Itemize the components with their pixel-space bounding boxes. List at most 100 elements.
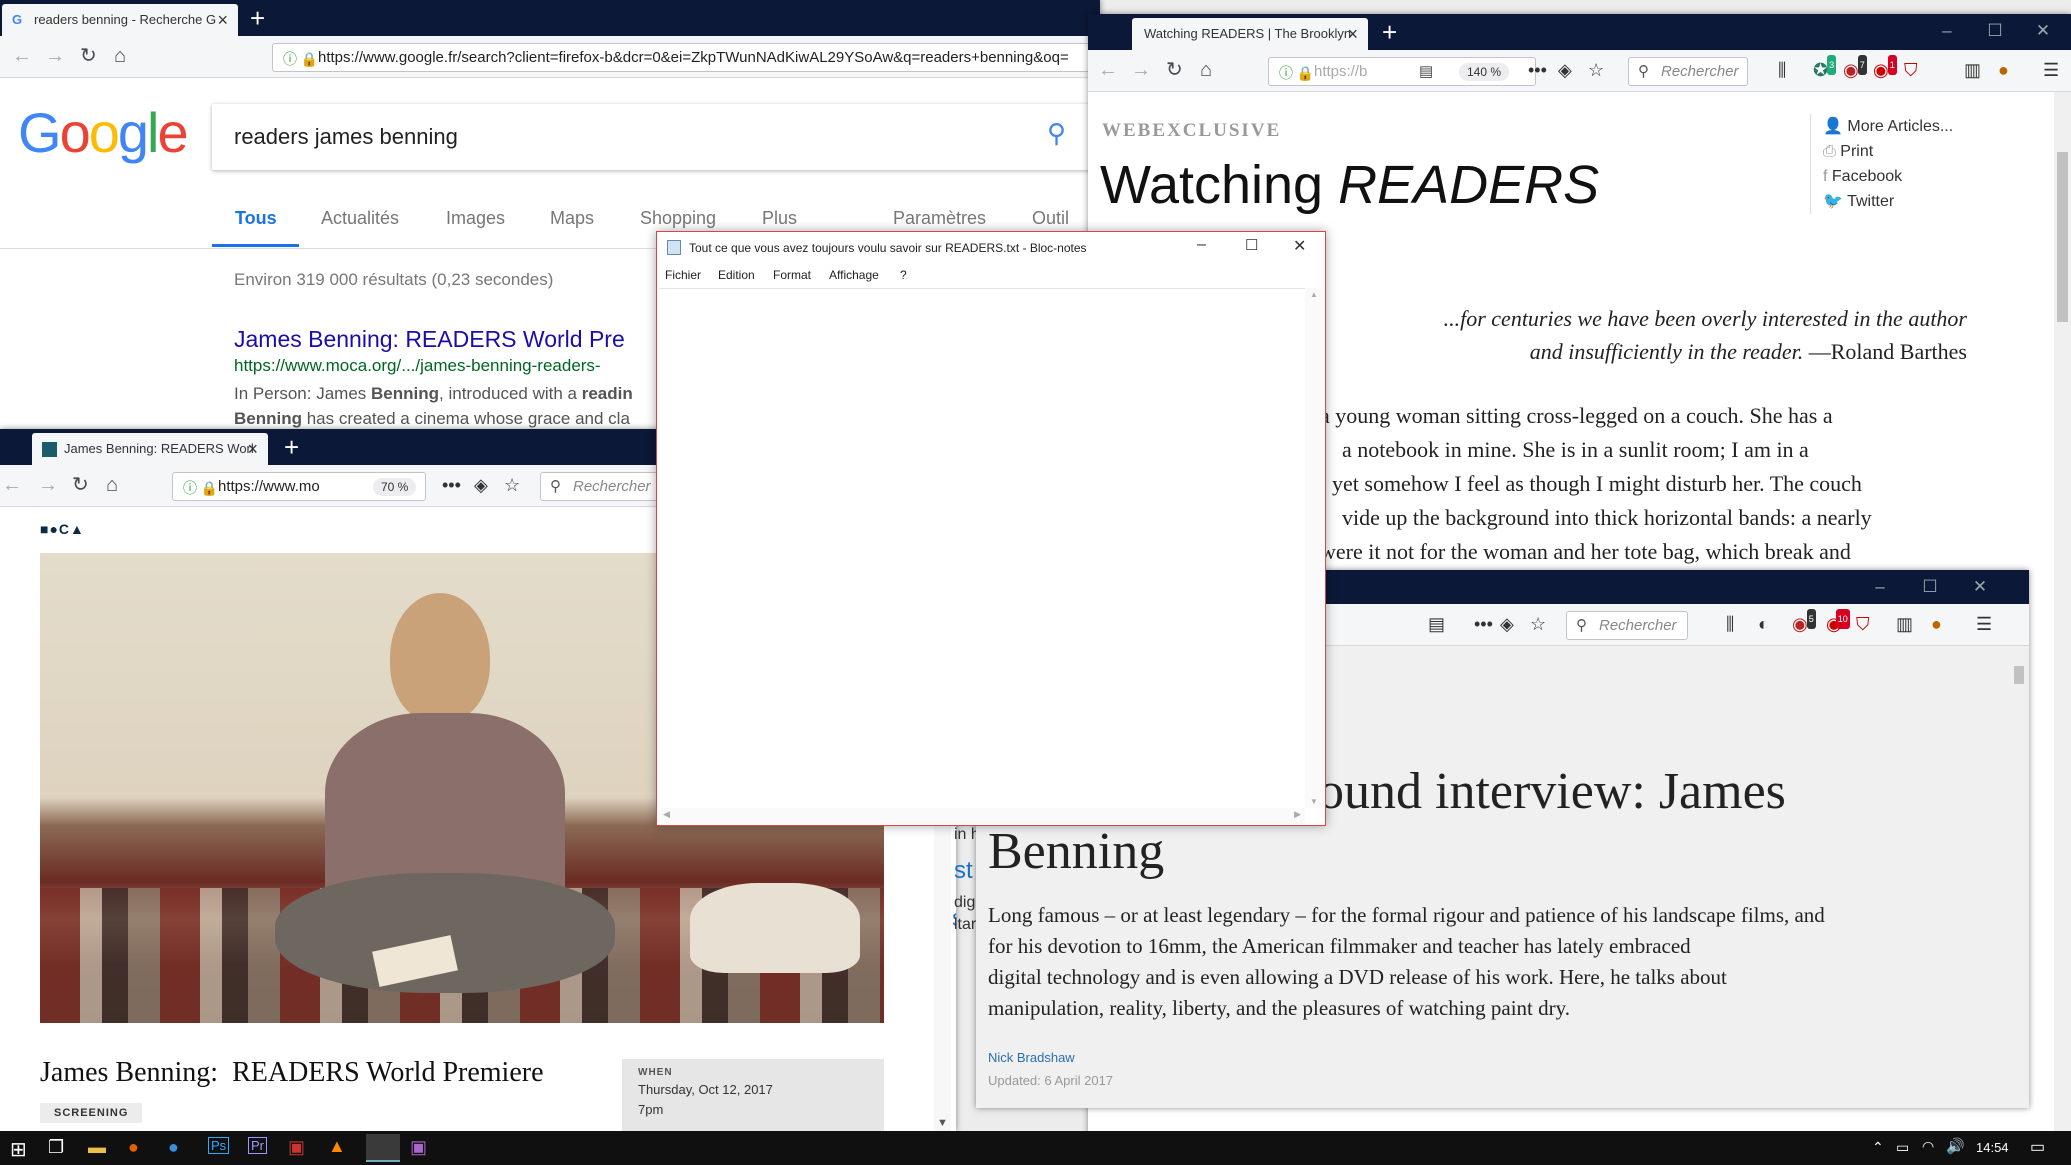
search-icon[interactable]: ⚲ xyxy=(1047,118,1066,149)
menu-icon[interactable]: ☰ xyxy=(1976,614,1992,634)
close-tab-icon[interactable]: × xyxy=(247,439,258,460)
windows-start-icon[interactable]: ⊞ xyxy=(10,1137,27,1162)
sight-author[interactable]: Nick Bradshaw xyxy=(988,1050,1075,1065)
zoom-level[interactable]: 140 % xyxy=(1459,63,1510,81)
menu-fichier[interactable]: Fichier xyxy=(665,268,701,282)
more-actions-icon[interactable]: ••• xyxy=(1474,614,1493,634)
print-link[interactable]: ⎙ Print xyxy=(1823,139,1960,164)
notepad-vscroll[interactable]: ▲ ▼ xyxy=(1305,288,1323,808)
reload-icon[interactable]: ↻ xyxy=(72,474,89,496)
home-icon[interactable]: ⌂ xyxy=(1200,59,1212,81)
file-explorer-icon[interactable]: ▬ xyxy=(88,1137,106,1158)
google-logo[interactable]: Google xyxy=(18,100,189,165)
nav-tab-maps[interactable]: Maps xyxy=(550,208,594,229)
bookmark-star-icon[interactable]: ☆ xyxy=(1588,60,1604,80)
app-icon[interactable]: ▣ xyxy=(410,1137,427,1158)
minimize-button[interactable]: – xyxy=(1857,570,1903,604)
pocket-icon[interactable]: ◈ xyxy=(1500,614,1514,634)
new-tab-button[interactable]: + xyxy=(1382,17,1397,47)
scroll-down-icon[interactable]: ▼ xyxy=(937,1117,948,1129)
pocket-icon[interactable]: ◈ xyxy=(474,475,488,495)
bookmark-star-icon[interactable]: ☆ xyxy=(1530,614,1546,634)
clock[interactable]: 14:54 xyxy=(1976,1140,2009,1155)
bookmark-star-icon[interactable]: ☆ xyxy=(504,475,520,495)
maximize-button[interactable]: ☐ xyxy=(1972,14,2018,48)
nav-tab-plus[interactable]: Plus xyxy=(762,208,797,229)
forward-icon[interactable]: → xyxy=(1131,59,1151,81)
more-articles-link[interactable]: 👤 More Articles... xyxy=(1823,114,1960,139)
nav-tab-actualites[interactable]: Actualités xyxy=(321,208,399,229)
extension-icon[interactable]: ◉ 1 xyxy=(1873,55,1897,80)
notepad-titlebar[interactable]: Tout ce que vous avez toujours voulu sav… xyxy=(657,232,1325,264)
reader-view-icon[interactable]: ▤ xyxy=(1419,62,1433,80)
maximize-button[interactable]: ☐ xyxy=(1245,236,1258,254)
nav-tab-outils[interactable]: Outil xyxy=(1032,208,1069,229)
reload-icon[interactable]: ↻ xyxy=(80,45,97,67)
account-icon[interactable]: ● xyxy=(1998,60,2009,80)
account-icon[interactable]: ● xyxy=(1931,614,1942,634)
reload-icon[interactable]: ↻ xyxy=(1166,59,1183,81)
menu-affichage[interactable]: Affichage xyxy=(829,268,879,282)
menu-help[interactable]: ? xyxy=(900,268,907,282)
scroll-thumb[interactable] xyxy=(2014,666,2024,684)
back-icon[interactable]: ← xyxy=(2,474,22,496)
moca-logo[interactable]: ■●C▲ xyxy=(40,521,85,537)
forward-icon[interactable]: → xyxy=(45,45,65,67)
scroll-left-icon[interactable]: ◀ xyxy=(663,809,670,820)
menu-icon[interactable]: ☰ xyxy=(2043,60,2059,80)
notepad-hscroll[interactable]: ◀ ▶ xyxy=(659,808,1305,824)
sidebar-icon[interactable]: ▥ xyxy=(1896,614,1913,634)
sight-search-box[interactable]: ⚲ Rechercher xyxy=(1566,611,1688,640)
sight-scrollbar[interactable] xyxy=(2010,646,2027,1108)
more-actions-icon[interactable]: ••• xyxy=(442,475,461,495)
close-tab-icon[interactable]: × xyxy=(1347,24,1358,45)
battery-icon[interactable]: ▭ xyxy=(1896,1139,1909,1156)
library-icon[interactable]: ⫼ xyxy=(1726,614,1734,634)
scroll-up-icon[interactable]: ▲ xyxy=(1310,290,1318,299)
brooklyn-scrollbar[interactable] xyxy=(2054,92,2071,1134)
forward-icon[interactable]: → xyxy=(38,474,58,496)
notepad-text-area[interactable] xyxy=(659,288,1305,808)
google-url-bar[interactable]: ⓘ 🔒 https://www.google.fr/search?client=… xyxy=(272,43,1092,72)
twitter-link[interactable]: 🐦 Twitter xyxy=(1823,189,1960,214)
maximize-button[interactable]: ☐ xyxy=(1907,570,1953,604)
google-tab[interactable]: G readers benning - Recherche G × xyxy=(2,4,238,36)
close-window-button[interactable]: ✕ xyxy=(2020,14,2066,48)
firefox-icon[interactable]: ● xyxy=(128,1137,139,1158)
brooklyn-tab[interactable]: Watching READERS | The Brooklyn × xyxy=(1132,18,1368,50)
google-result-title[interactable]: James Benning: READERS World Pre xyxy=(234,326,625,353)
sidebar-icon[interactable]: ▥ xyxy=(1964,60,1981,80)
ublock-icon[interactable]: ⛉ xyxy=(1856,614,1870,634)
task-view-icon[interactable]: ❐ xyxy=(48,1137,64,1158)
scroll-thumb[interactable] xyxy=(2057,152,2068,322)
notifications-icon[interactable]: ▭ xyxy=(2030,1137,2045,1157)
scroll-right-icon[interactable]: ▶ xyxy=(1294,809,1301,820)
volume-icon[interactable]: 🔊 xyxy=(1946,1137,1965,1155)
more-actions-icon[interactable]: ••• xyxy=(1528,60,1547,80)
pocket-icon[interactable]: ◈ xyxy=(1558,60,1572,80)
new-tab-button[interactable]: + xyxy=(250,3,265,33)
notepad-taskbar-icon[interactable] xyxy=(366,1134,400,1162)
extension-icon[interactable]: ◉ 10 xyxy=(1826,609,1850,634)
close-window-button[interactable]: ✕ xyxy=(1957,570,2003,604)
nav-tab-shopping[interactable]: Shopping xyxy=(640,208,716,229)
wifi-icon[interactable]: ◠ xyxy=(1922,1138,1934,1155)
library-icon[interactable]: ⫼ xyxy=(1778,60,1786,80)
home-icon[interactable]: ⌂ xyxy=(114,45,126,67)
scroll-down-icon[interactable]: ▼ xyxy=(1310,797,1318,806)
nav-tab-parametres[interactable]: Paramètres xyxy=(893,208,986,229)
moca-event-tag[interactable]: SCREENING xyxy=(40,1103,143,1123)
minimize-button[interactable]: – xyxy=(1197,236,1206,254)
photoshop-icon[interactable]: Ps xyxy=(208,1137,230,1154)
extension-icon[interactable]: ◉ 5 xyxy=(1792,609,1816,634)
facebook-link[interactable]: f Facebook xyxy=(1823,164,1960,189)
extension-icon[interactable]: ◐ xyxy=(1758,614,1769,634)
brooklyn-url-bar[interactable]: ⓘ 🔒 https://b ▤ 140 % xyxy=(1268,57,1536,86)
google-search-box[interactable]: readers james benning ⚲ xyxy=(212,104,1092,170)
ublock-icon[interactable]: ⛉ xyxy=(1904,60,1918,80)
close-window-button[interactable]: ✕ xyxy=(1293,236,1306,256)
minimize-button[interactable]: – xyxy=(1924,14,1970,48)
reader-view-icon[interactable]: ▤ xyxy=(1428,614,1445,634)
menu-format[interactable]: Format xyxy=(773,268,811,282)
moca-tab[interactable]: James Benning: READERS Worl × xyxy=(32,433,268,465)
